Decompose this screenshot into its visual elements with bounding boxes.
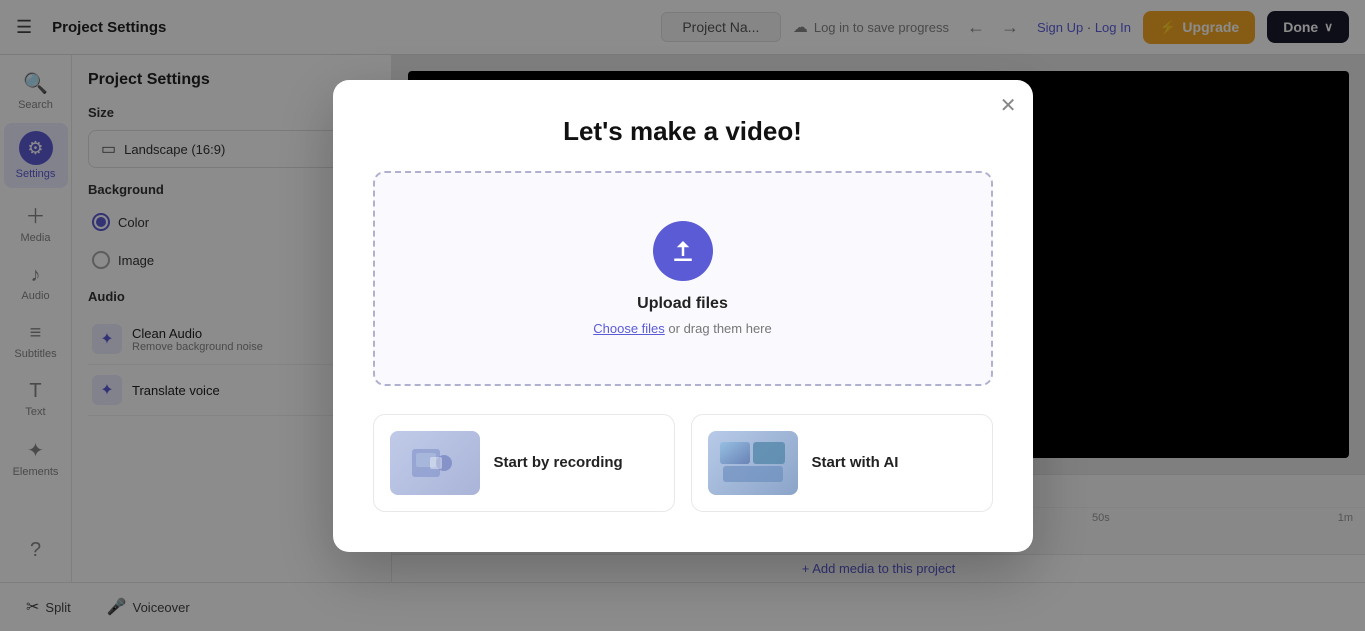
modal-title: Let's make a video! [373,116,993,147]
upload-drag-text: or drag them here [668,321,771,336]
ai-option-label: Start with AI [812,454,899,471]
modal-option-ai[interactable]: Start with AI [691,414,993,512]
record-option-label: Start by recording [494,454,623,471]
upload-zone[interactable]: Upload files Choose files or drag them h… [373,171,993,386]
ai-thumb-inner [708,431,798,495]
upload-zone-sub: Choose files or drag them here [593,321,772,336]
record-thumb-svg [410,443,460,483]
modal-option-record[interactable]: Start by recording [373,414,675,512]
modal-overlay[interactable]: ✕ Let's make a video! Upload files Choos… [0,0,1365,631]
upload-circle [653,221,713,281]
record-thumbnail [390,431,480,495]
upload-zone-title: Upload files [637,295,728,313]
modal-close-button[interactable]: ✕ [1000,96,1017,116]
record-thumb-inner [390,431,480,495]
ai-thumbnail [708,431,798,495]
upload-icon [668,236,698,266]
modal: ✕ Let's make a video! Upload files Choos… [333,80,1033,552]
ai-thumb-svg [718,438,788,488]
modal-options: Start by recording [373,414,993,512]
choose-files-link[interactable]: Choose files [593,321,665,336]
